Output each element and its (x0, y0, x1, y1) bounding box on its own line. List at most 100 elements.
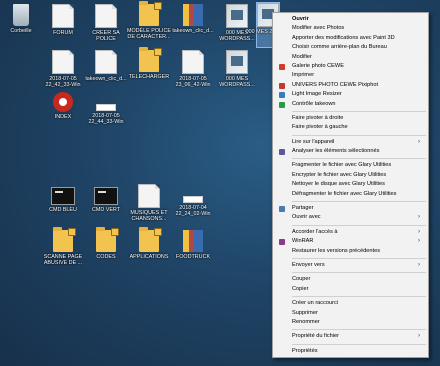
menu-item[interactable]: Propriété du fichier › (273, 332, 428, 341)
winrar-archive-icon (183, 230, 203, 252)
winrar-archive-icon (183, 4, 203, 26)
menu-item-label: Modifier avec Photos (292, 25, 345, 32)
desktop-icon-img-2018-07-04[interactable]: 2018-07-04 22_24_02-Win (170, 184, 216, 218)
desktop-icon-label: APPLICATIONS (129, 254, 169, 260)
menu-item-label: Light Image Resizer (292, 91, 342, 98)
chevron-right-icon: › (418, 333, 420, 340)
context-menu: Ouvrir Modifier avec Photos Apporter des m… (272, 12, 429, 358)
menu-item[interactable]: Propriétés (273, 347, 428, 356)
lock-icon (111, 228, 119, 236)
recycle-bin-icon (13, 4, 29, 26)
menu-item[interactable]: Light Image Resizer (273, 90, 428, 99)
desktop-icon-cmd-vert[interactable]: CMD VERT (83, 184, 129, 213)
desktop-icon-applications[interactable]: APPLICATIONS (126, 227, 172, 260)
desktop-icon-modele-police[interactable]: MODÈLE POLICE DE CARACTER... (126, 1, 172, 41)
desktop-icon-img-2018-07-05-b[interactable]: 2018-07-05 23_06_42-Win (170, 50, 216, 89)
menu-item-label: Copier (292, 285, 309, 292)
desktop-icon-label: MODÈLE POLICE DE CARACTER... (126, 28, 172, 41)
menu-item[interactable]: Accorder l'accès à › (273, 228, 428, 237)
chevron-right-icon: › (418, 138, 420, 145)
menu-separator (292, 257, 426, 259)
desktop-icon-cmd-bleu[interactable]: CMD BLEU (40, 184, 86, 213)
menu-item[interactable]: Fragmenter le fichier avec Glary Utiliti… (273, 161, 428, 170)
opera-icon (53, 92, 73, 112)
desktop-icon-mes-wordpass-2[interactable]: 000 MES WORDPASS... (214, 50, 260, 89)
desktop-icon-foodtruck[interactable]: FOODTRUCK (170, 230, 216, 260)
menu-separator (292, 158, 426, 160)
menu-item[interactable]: Défragmenter le fichier avec Glary Utili… (273, 190, 428, 199)
locked-folder-icon (139, 227, 162, 252)
menu-separator (292, 272, 426, 274)
desktop-icon-label: CMD VERT (91, 207, 121, 213)
desktop-icon-recycle-bin[interactable]: Corbeille (0, 4, 44, 34)
menu-item[interactable]: WinRAR › (273, 237, 428, 246)
menu-item[interactable]: Encrypter le fichier avec Glary Utilitie… (273, 171, 428, 180)
menu-item[interactable]: Apporter des modifications avec Paint 3D (273, 34, 428, 43)
menu-item[interactable]: UNIVERS PHOTO CEWE Pixiphot (273, 81, 428, 90)
menu-item-label: Supprimer (292, 309, 318, 316)
menu-item[interactable]: Couper (273, 275, 428, 284)
menu-item[interactable]: Galerie photo CEWE (273, 62, 428, 71)
desktop-icon-img-2018-07-05-a[interactable]: 2018-07-05 22_42_33-Win (40, 50, 86, 89)
menu-item[interactable]: Copier (273, 285, 428, 294)
desktop-icon-label: 2018-07-05 22_42_33-Win (45, 76, 81, 89)
menu-separator (292, 329, 426, 331)
menu-item[interactable]: Ouvrir avec › (273, 213, 428, 222)
menu-item-icon (279, 101, 285, 108)
menu-item[interactable]: Faire pivoter à gauche (273, 123, 428, 132)
desktop-icon-img-2018-07-05-c[interactable]: 2018-07-05 22_44_33-Win (83, 92, 129, 126)
menu-item-label: Nettoyer le disque avec Glary Utilities (292, 181, 385, 188)
menu-item[interactable]: Supprimer (273, 309, 428, 318)
menu-item[interactable]: Modifier (273, 53, 428, 62)
desktop-icon-label: SCANNE PAGE ABUSIVE DE ... (43, 254, 83, 267)
menu-item[interactable]: Faire pivoter à droite (273, 114, 428, 123)
shortcut-icon (51, 187, 75, 205)
menu-item[interactable]: Restaurer les versions précédentes (273, 247, 428, 256)
desktop-icon-takeown-clic-1[interactable]: takeown_clic_d... (170, 4, 216, 34)
image-file-icon (226, 50, 248, 74)
menu-item[interactable]: Nettoyer le disque avec Glary Utilities (273, 180, 428, 189)
desktop-icon-index[interactable]: INDEX (40, 92, 86, 120)
desktop-icon-creer-sa-police[interactable]: CREER SA POLICE (83, 4, 129, 43)
menu-item[interactable]: Contrôle takeown (273, 100, 428, 109)
menu-item-label: Choisir comme arrière-plan du Bureau (292, 44, 387, 51)
desktop-icon-codes[interactable]: CODES (83, 227, 129, 260)
desktop-icon-label: TELECHARGER (128, 74, 170, 80)
chevron-right-icon: › (418, 228, 420, 235)
chevron-right-icon: › (418, 214, 420, 221)
desktop-icon-musiques[interactable]: MUSIQUES ET CHANSONS... (126, 184, 172, 223)
menu-separator (292, 224, 426, 226)
menu-item-icon (279, 92, 285, 99)
desktop-icon-label: 2018-07-05 23_06_42-Win (175, 76, 211, 89)
desktop-icon-telecharger[interactable]: TELECHARGER (126, 47, 172, 80)
desktop-icon-label: MUSIQUES ET CHANSONS... (130, 210, 168, 223)
menu-separator (292, 110, 426, 112)
menu-item[interactable]: Partager (273, 204, 428, 213)
locked-folder-icon (139, 1, 162, 26)
menu-item[interactable]: Créer un raccourci (273, 299, 428, 308)
menu-item[interactable]: Lire sur l'appareil › (273, 138, 428, 147)
shortcut-icon (94, 187, 118, 205)
menu-item-label: Contrôle takeown (292, 100, 336, 107)
desktop-icon-label: 2018-07-05 22_44_33-Win (88, 113, 124, 126)
menu-item-label: Faire pivoter à gauche (292, 124, 348, 131)
desktop-icon-scanne-page[interactable]: SCANNE PAGE ABUSIVE DE ... (40, 227, 86, 267)
desktop-icon-takeown-clic-2[interactable]: takeown_clic_d... (83, 50, 129, 82)
menu-item[interactable]: Modifier avec Photos (273, 24, 428, 33)
menu-item[interactable]: Choisir comme arrière-plan du Bureau (273, 43, 428, 52)
menu-item-label: Défragmenter le fichier avec Glary Utili… (292, 190, 397, 197)
desktop-icon-label: CODES (96, 254, 116, 260)
desktop-icon-forum[interactable]: FORUM (40, 4, 86, 36)
lock-icon (154, 228, 162, 236)
menu-item-icon (279, 206, 285, 213)
menu-item[interactable]: Analyser les éléments sélectionnés (273, 147, 428, 156)
menu-item[interactable]: Imprimer (273, 71, 428, 80)
image-file-icon (96, 104, 116, 111)
document-icon (95, 50, 117, 74)
menu-item[interactable]: Envoyer vers › (273, 261, 428, 270)
menu-item-label: Faire pivoter à droite (292, 114, 344, 121)
lock-icon (154, 2, 162, 10)
menu-item[interactable]: Ouvrir (273, 15, 428, 24)
menu-item[interactable]: Renommer (273, 318, 428, 327)
desktop-icon-label: CMD BLEU (49, 207, 77, 213)
